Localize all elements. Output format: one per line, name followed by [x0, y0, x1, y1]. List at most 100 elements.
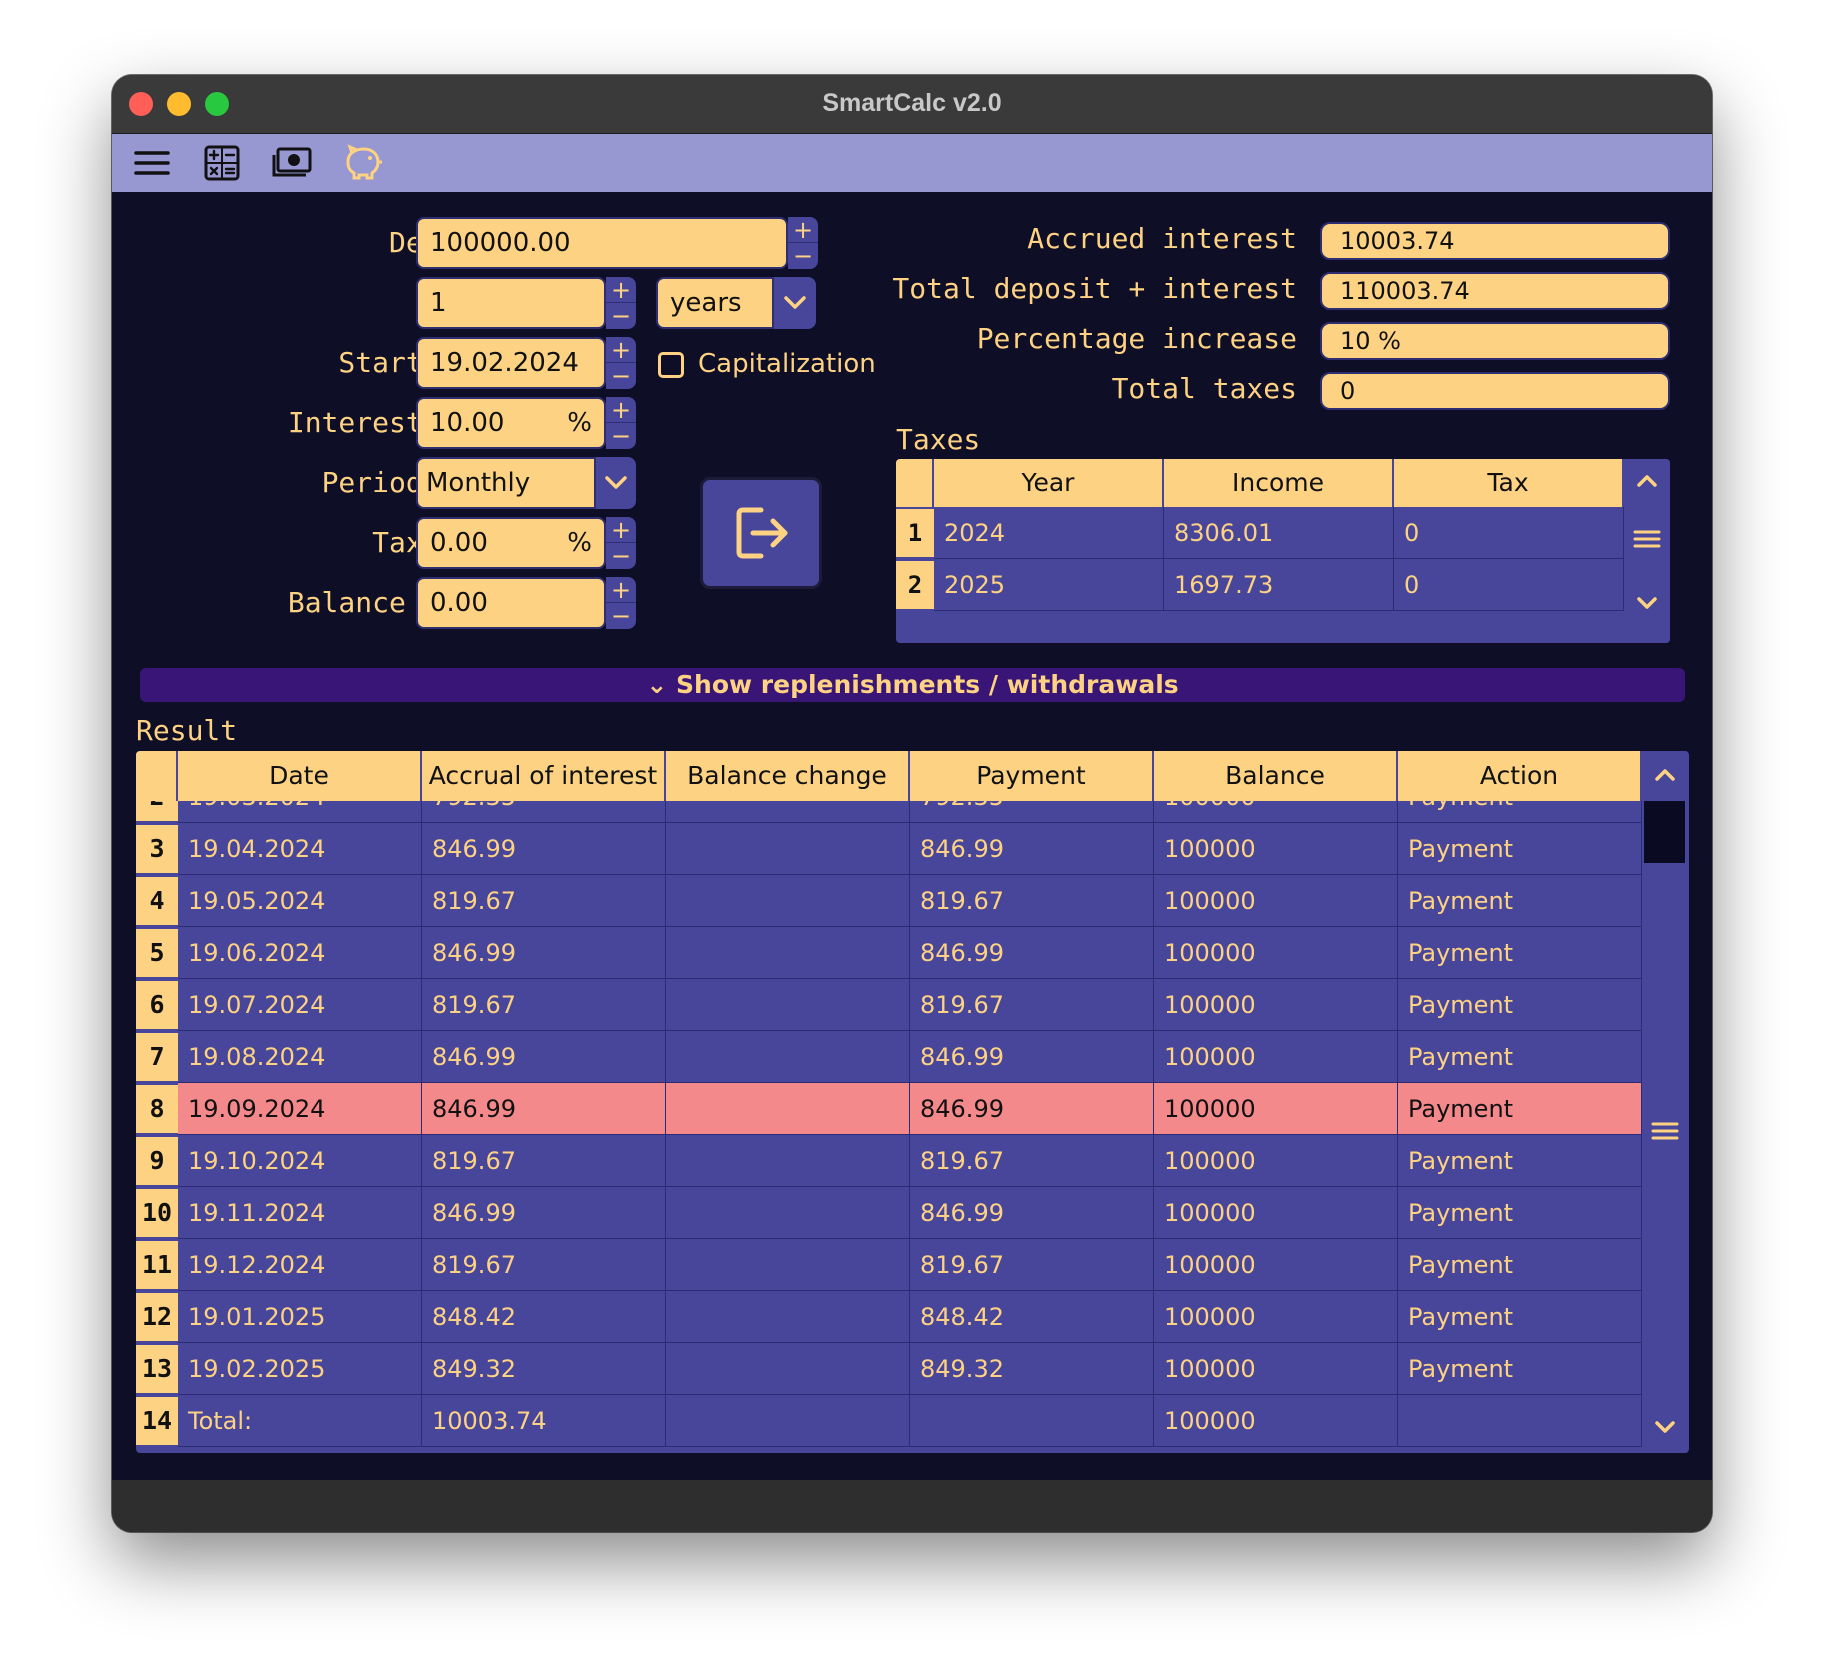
interest-rate-input[interactable]: 10.00 % — [416, 397, 606, 449]
start-date-increment-button[interactable]: + — [606, 337, 636, 363]
start-date-input[interactable]: 19.02.2024 — [416, 337, 606, 389]
tax-rate-decrement-button[interactable]: − — [606, 542, 636, 569]
percent-suffix: % — [567, 408, 592, 438]
term-unit-dropdown[interactable] — [774, 277, 816, 329]
result-cell: Total: — [178, 1395, 422, 1447]
result-header-cell[interactable]: Action — [1398, 751, 1642, 801]
percentage-increase-label: Percentage increase — [976, 322, 1297, 355]
taxes-corner-header — [896, 459, 934, 507]
toolbar — [112, 134, 1712, 192]
result-cell — [666, 1291, 910, 1343]
taxes-cell: 0 — [1394, 507, 1624, 559]
taxes-table[interactable]: Year Income Tax 1 2024 8306.01 0 2 2025 1697.73 0 — [896, 459, 1670, 643]
result-row-number: 6 — [136, 981, 178, 1029]
deposit-decrement-button[interactable]: − — [788, 242, 818, 269]
result-header-cell[interactable]: Date — [178, 751, 422, 801]
total-label: Total deposit + interest — [892, 272, 1297, 305]
result-scrollbar[interactable] — [1642, 751, 1687, 1453]
start-date-stepper[interactable]: + − — [606, 337, 636, 389]
result-cell: 819.67 — [910, 875, 1154, 927]
taxes-cell: 8306.01 — [1164, 507, 1394, 559]
result-row-number: 14 — [136, 1397, 178, 1445]
start-date-decrement-button[interactable]: − — [606, 362, 636, 389]
piggy-bank-icon[interactable] — [340, 143, 382, 183]
result-cell — [666, 875, 910, 927]
balance-limit-input[interactable]: 0.00 — [416, 577, 606, 629]
chevron-up-icon[interactable] — [1642, 761, 1687, 793]
replenishments-toggle-label: Show replenishments / withdrawals — [676, 670, 1179, 699]
term-unit-select[interactable]: years — [656, 277, 774, 329]
result-cell: 100000 — [1154, 979, 1398, 1031]
capitalization-checkbox[interactable] — [658, 352, 684, 378]
app-window: SmartCalc v2.0 Deposit 100000.00 + − Ter… — [112, 75, 1712, 1532]
interest-rate-increment-button[interactable]: + — [606, 397, 636, 423]
result-table[interactable]: Date Accrual of interest Balance change Pay… — [136, 751, 1689, 1453]
term-input[interactable]: 1 — [416, 277, 606, 329]
total-taxes-value: 0 — [1320, 372, 1670, 410]
money-icon[interactable] — [270, 143, 312, 183]
periodicity-select[interactable]: Monthly — [416, 457, 596, 509]
result-cell: Payment — [1398, 1135, 1642, 1187]
result-cell — [666, 823, 910, 875]
scroll-thumb[interactable] — [1644, 801, 1685, 863]
result-cell: 19.12.2024 — [178, 1239, 422, 1291]
tax-rate-increment-button[interactable]: + — [606, 517, 636, 543]
taxes-header-cell[interactable]: Year — [934, 459, 1164, 507]
term-stepper[interactable]: + − — [606, 277, 636, 329]
result-cell: 849.32 — [910, 1343, 1154, 1395]
result-cell: 819.67 — [422, 979, 666, 1031]
taxes-title: Taxes — [896, 423, 981, 456]
chevron-down-icon[interactable] — [1624, 589, 1670, 621]
result-cell — [666, 1343, 910, 1395]
taxes-scrollbar[interactable] — [1624, 459, 1670, 643]
balance-limit-stepper[interactable]: + − — [606, 577, 636, 629]
balance-limit-decrement-button[interactable]: − — [606, 602, 636, 629]
term-decrement-button[interactable]: − — [606, 302, 636, 329]
scroll-handle-icon[interactable] — [1642, 1117, 1687, 1149]
interest-rate-stepper[interactable]: + − — [606, 397, 636, 449]
result-cell: 10003.74 — [422, 1395, 666, 1447]
calculate-button[interactable] — [700, 477, 822, 589]
menu-icon[interactable] — [132, 143, 172, 183]
result-cell: 100000 — [1154, 1083, 1398, 1135]
result-cell — [1398, 1395, 1642, 1447]
chevron-up-icon[interactable] — [1624, 467, 1670, 499]
taxes-header-cell[interactable]: Tax — [1394, 459, 1624, 507]
taxes-header-cell[interactable]: Income — [1164, 459, 1394, 507]
replenishments-toggle[interactable]: ⌄ Show replenishments / withdrawals — [140, 668, 1685, 702]
result-cell: 846.99 — [910, 1187, 1154, 1239]
periodicity-dropdown[interactable] — [596, 457, 636, 509]
result-row-number: 11 — [136, 1241, 178, 1289]
result-cell: 100000 — [1154, 1343, 1398, 1395]
deposit-stepper[interactable]: + − — [788, 217, 818, 269]
calculator-icon[interactable] — [202, 143, 242, 183]
result-header-cell[interactable]: Balance change — [666, 751, 910, 801]
result-row-number: 9 — [136, 1137, 178, 1185]
capitalization-label[interactable]: Capitalization — [698, 349, 876, 379]
result-row-number: 8 — [136, 1085, 178, 1133]
result-header-cell[interactable]: Payment — [910, 751, 1154, 801]
tax-rate-stepper[interactable]: + − — [606, 517, 636, 569]
chevron-down-icon — [784, 296, 806, 309]
result-cell: 846.99 — [910, 927, 1154, 979]
result-cell — [666, 1135, 910, 1187]
term-increment-button[interactable]: + — [606, 277, 636, 303]
scroll-handle-icon[interactable] — [1624, 525, 1670, 557]
deposit-increment-button[interactable]: + — [788, 217, 818, 243]
result-cell: 100000 — [1154, 801, 1398, 823]
interest-rate-decrement-button[interactable]: − — [606, 422, 636, 449]
result-cell: 100000 — [1154, 1239, 1398, 1291]
result-header-cell[interactable]: Balance — [1154, 751, 1398, 801]
result-row-number: 13 — [136, 1345, 178, 1393]
result-header-cell[interactable]: Accrual of interest — [422, 751, 666, 801]
result-cell: 19.03.2024 — [178, 801, 422, 823]
balance-limit-increment-button[interactable]: + — [606, 577, 636, 603]
chevron-down-icon[interactable] — [1642, 1413, 1687, 1445]
result-cell — [666, 1395, 910, 1447]
result-cell: 100000 — [1154, 1031, 1398, 1083]
deposit-input[interactable]: 100000.00 — [416, 217, 788, 269]
result-cell: 846.99 — [910, 1083, 1154, 1135]
tax-rate-input[interactable]: 0.00 % — [416, 517, 606, 569]
result-cell: 100000 — [1154, 875, 1398, 927]
result-cell — [666, 1239, 910, 1291]
